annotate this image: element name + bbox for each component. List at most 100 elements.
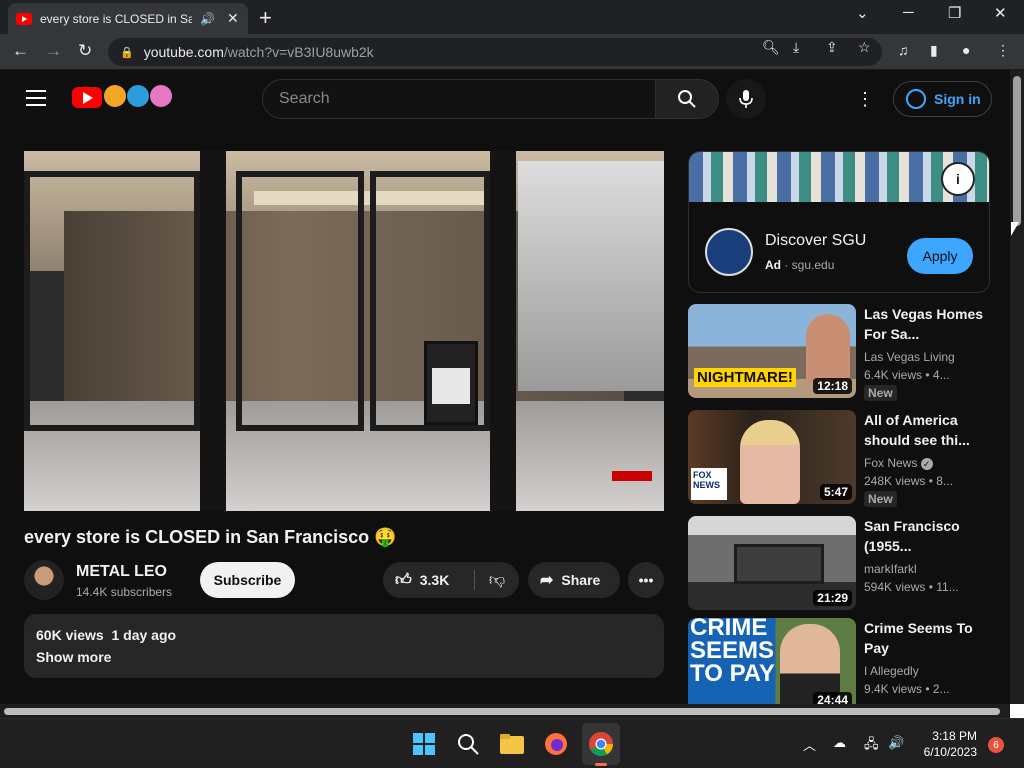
- lock-icon[interactable]: 🔒: [120, 46, 134, 59]
- browser-tab[interactable]: every store is CLOSED in San Francisco 🔊…: [8, 3, 248, 34]
- video-thumbnail[interactable]: FOX NEWS 5:47: [688, 410, 856, 504]
- views-and-date: 60K views 1 day ago: [36, 627, 177, 643]
- youtube-favicon-icon: [16, 12, 32, 25]
- more-actions-button[interactable]: •••: [628, 562, 664, 598]
- ad-advertiser-logo[interactable]: [705, 228, 753, 276]
- share-button[interactable]: ➦ Share: [528, 562, 620, 598]
- sign-in-button[interactable]: Sign in: [893, 81, 992, 117]
- channel-name[interactable]: METAL LEO: [76, 563, 167, 581]
- video-frame-sidewalk-sign: [424, 341, 478, 425]
- channel-avatar[interactable]: [24, 560, 64, 600]
- profile-icon[interactable]: ●: [962, 42, 970, 58]
- horizontal-scrollbar-thumb[interactable]: [4, 708, 1000, 715]
- windows-taskbar: ︿ ☁ 🖧 🔊 3:18 PM 6/10/2023 6: [0, 718, 1024, 768]
- vertical-scrollbar-thumb[interactable]: [1013, 76, 1021, 226]
- volume-icon[interactable]: 🔊: [888, 735, 904, 751]
- recommended-channel[interactable]: I Allegedly: [864, 664, 919, 678]
- recommended-channel[interactable]: Las Vegas Living: [864, 350, 955, 364]
- subscribe-button[interactable]: Subscribe: [200, 562, 295, 598]
- search-input[interactable]: Search: [262, 79, 656, 119]
- show-hidden-icons-icon[interactable]: ︿: [803, 735, 816, 754]
- install-app-icon[interactable]: ⤓: [793, 39, 799, 56]
- search-button[interactable]: [655, 79, 719, 119]
- recommended-title[interactable]: San Francisco (1955...: [864, 516, 984, 556]
- chrome-icon[interactable]: [588, 731, 614, 757]
- share-label: Share: [561, 572, 601, 588]
- browser-tab-bar: every store is CLOSED in San Francisco 🔊…: [0, 0, 1024, 34]
- file-explorer-icon[interactable]: [499, 731, 525, 757]
- thumbnail-person: [806, 314, 850, 384]
- ad-card[interactable]: i Discover SGU Ad · sgu.edu Apply: [688, 151, 990, 293]
- like-button[interactable]: 👍︎ 3.3K: [383, 562, 475, 598]
- minimize-icon[interactable]: ─: [903, 4, 914, 21]
- recommended-views: 248K views • 8...: [864, 474, 953, 488]
- recommended-video[interactable]: FOX NEWS 5:47 All of America should see …: [688, 410, 993, 507]
- subscriber-count: 14.4K subscribers: [76, 585, 173, 599]
- more-dots-icon: •••: [638, 572, 654, 588]
- recommended-channel[interactable]: Fox News ✓: [864, 456, 933, 470]
- audio-playing-icon[interactable]: 🔊: [200, 12, 215, 26]
- video-thumbnail[interactable]: CRIME SEEMS TO PAY 24:44: [688, 618, 856, 712]
- account-icon: [906, 89, 926, 109]
- ad-domain: · sgu.edu: [784, 258, 835, 272]
- settings-more-icon[interactable]: ⋮: [856, 89, 874, 110]
- description-box[interactable]: 60K views 1 day ago Show more: [24, 614, 664, 678]
- recommended-video[interactable]: CRIME SEEMS TO PAY 24:44 Crime Seems To …: [688, 618, 993, 714]
- dislike-button[interactable]: 👎︎: [475, 562, 519, 598]
- ad-title[interactable]: Discover SGU: [765, 232, 866, 250]
- recommended-video[interactable]: NIGHTMARE! 12:18 Las Vegas Homes For Sa.…: [688, 304, 993, 401]
- side-panel-icon[interactable]: ▮: [930, 42, 938, 59]
- vertical-scrollbar[interactable]: [1010, 70, 1024, 704]
- recommended-title[interactable]: Las Vegas Homes For Sa...: [864, 304, 984, 344]
- recommended-title[interactable]: Crime Seems To Pay: [864, 618, 984, 658]
- video-thumbnail[interactable]: NIGHTMARE! 12:18: [688, 304, 856, 398]
- new-tab-icon[interactable]: +: [259, 5, 272, 31]
- forward-icon[interactable]: →: [45, 41, 62, 61]
- back-icon[interactable]: ←: [12, 41, 29, 61]
- restore-icon[interactable]: ❐: [948, 4, 961, 22]
- video-thumbnail[interactable]: 21:29: [688, 516, 856, 610]
- windows-start-icon[interactable]: [411, 731, 437, 757]
- chrome-running-indicator: [595, 763, 607, 766]
- voice-search-button[interactable]: [726, 79, 766, 119]
- ad-apply-button[interactable]: Apply: [907, 238, 973, 274]
- youtube-logo[interactable]: [72, 87, 102, 108]
- horizontal-scrollbar[interactable]: [0, 704, 1010, 718]
- media-controls-icon[interactable]: ♫: [898, 42, 909, 58]
- show-more-link[interactable]: Show more: [36, 649, 652, 665]
- clock[interactable]: 3:18 PM 6/10/2023: [915, 728, 977, 760]
- youtube-header: Search ⋮ Sign in: [0, 70, 1010, 128]
- recommended-channel[interactable]: markIfarkl: [864, 562, 917, 576]
- taskbar-search-icon[interactable]: [455, 731, 481, 757]
- recommended-title[interactable]: All of America should see thi...: [864, 410, 984, 450]
- zoom-search-icon[interactable]: 🔍︎: [762, 39, 780, 56]
- menu-icon[interactable]: [26, 90, 46, 106]
- yarn-doodle-logo[interactable]: [104, 85, 172, 107]
- url-path: /watch?v=vB3IU8uwb2k: [223, 44, 374, 60]
- recommended-video[interactable]: 21:29 San Francisco (1955... markIfarkl …: [688, 516, 993, 612]
- thumbnail-caption: NIGHTMARE!: [694, 368, 796, 387]
- notification-badge[interactable]: 6: [988, 737, 1004, 753]
- ad-badge: Ad: [765, 258, 781, 272]
- network-icon[interactable]: 🖧: [864, 735, 879, 757]
- bookmark-star-icon[interactable]: ☆: [858, 39, 871, 56]
- close-window-icon[interactable]: ✕: [994, 4, 1007, 22]
- reload-icon[interactable]: ↻: [78, 41, 92, 61]
- thumbnail-caption: CRIME SEEMS TO PAY: [690, 618, 775, 687]
- chrome-menu-icon[interactable]: ⋮: [996, 42, 1010, 59]
- video-frame-column: [200, 151, 226, 511]
- thumbnail-cable-car: [734, 544, 824, 584]
- firefox-icon[interactable]: [543, 731, 569, 757]
- microphone-icon: [739, 90, 753, 108]
- close-tab-icon[interactable]: ✕: [227, 10, 239, 27]
- share-arrow-icon: ➦: [540, 572, 554, 589]
- tab-search-icon[interactable]: ⌄: [856, 4, 869, 22]
- video-frame-door: [236, 171, 364, 431]
- share-page-icon[interactable]: ⇪: [826, 39, 838, 56]
- video-player[interactable]: [24, 151, 664, 511]
- ad-info-icon[interactable]: i: [941, 162, 975, 196]
- ad-subtitle: Ad · sgu.edu: [765, 258, 834, 272]
- video-frame-window: [24, 171, 200, 431]
- subscribe-watermark[interactable]: [612, 471, 652, 481]
- cloud-offline-icon[interactable]: ☁: [833, 735, 846, 751]
